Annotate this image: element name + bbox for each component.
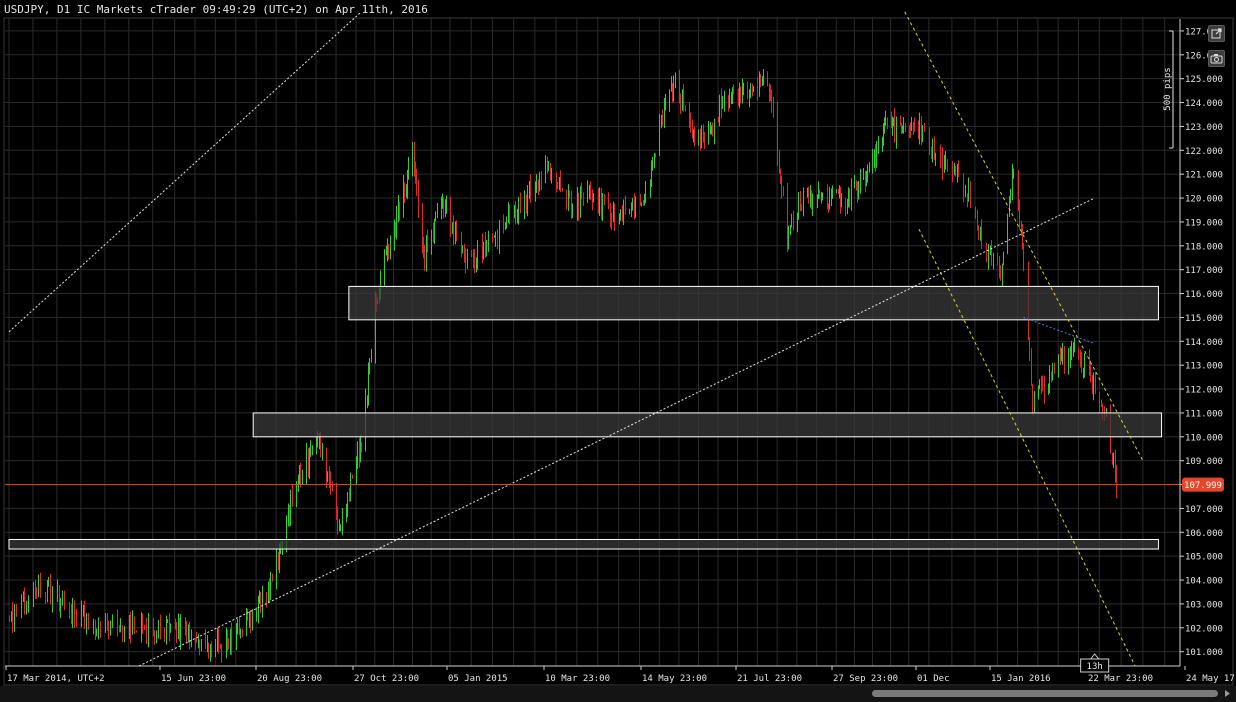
price-tick-label: 103.000	[1185, 600, 1223, 610]
time-tick-label: 10 Mar 23:00	[545, 674, 610, 684]
countdown-label: 13h	[1087, 662, 1103, 672]
current-price-label: 107.999	[1184, 481, 1222, 491]
time-tick-label: 15 Jan 2016	[991, 674, 1051, 684]
price-tick-label: 104.000	[1185, 577, 1223, 587]
time-tick-label: 27 Oct 23:00	[354, 674, 419, 684]
price-tick-label: 111.000	[1185, 409, 1223, 419]
price-tick-label: 113.000	[1185, 362, 1223, 372]
candle-series	[9, 68, 1117, 663]
price-axis[interactable]: 127.000126.000125.000124.000123.000122.0…	[1179, 19, 1224, 666]
zone-rectangle[interactable]	[348, 285, 1159, 321]
price-tick-label: 101.000	[1185, 648, 1223, 658]
zone-rectangle[interactable]	[252, 412, 1163, 438]
price-tick-label: 109.000	[1185, 457, 1223, 467]
zone-rectangle[interactable]	[8, 538, 1159, 550]
price-tick-label: 121.000	[1185, 171, 1223, 181]
price-tick-label: 124.000	[1185, 99, 1223, 109]
price-tick-label: 114.000	[1185, 338, 1223, 348]
expand-icon[interactable]	[1208, 25, 1225, 42]
time-tick-label: 22 Mar 23:00	[1088, 674, 1153, 684]
price-tick-label: 115.000	[1185, 314, 1223, 324]
camera-icon[interactable]	[1208, 50, 1225, 67]
zone-rectangles[interactable]	[8, 285, 1163, 550]
price-tick-label: 116.000	[1185, 290, 1223, 300]
scroll-right-arrow-icon[interactable]	[1222, 689, 1232, 698]
price-tick-label: 118.000	[1185, 242, 1223, 252]
scale-label: 500 pips	[1163, 67, 1173, 110]
price-tick-label: 106.000	[1185, 529, 1223, 539]
trendline[interactable]	[1023, 316, 1095, 345]
grid	[5, 19, 1180, 666]
countdown-pointer	[1089, 653, 1100, 660]
time-tick-label: 05 Jan 2015	[448, 674, 508, 684]
price-tick-label: 119.000	[1185, 218, 1223, 228]
time-tick-label: 24 May 17:00	[1186, 674, 1236, 684]
time-tick-label: 01 Dec	[917, 674, 950, 684]
time-tick-label: 20 Aug 23:00	[257, 674, 322, 684]
price-tick-label: 105.000	[1185, 553, 1223, 563]
scrollbar-thumb[interactable]	[872, 690, 1218, 697]
time-axis[interactable]: 17 Mar 2014, UTC+2 15 Jun 23:00 20 Aug 23:…	[5, 653, 1236, 684]
uptrend-channel-line[interactable]	[8, 11, 362, 333]
price-tick-label: 117.000	[1185, 266, 1223, 276]
time-tick-label: 14 May 23:00	[642, 674, 707, 684]
price-tick-label: 122.000	[1185, 147, 1223, 157]
time-tick-label: 21 Jul 23:00	[737, 674, 802, 684]
chart-title: USDJPY, D1 IC Markets cTrader 09:49:29 (…	[4, 3, 428, 16]
price-chart[interactable]: 127.000126.000125.000124.000123.000122.0…	[0, 0, 1236, 702]
price-tick-label: 112.000	[1185, 386, 1223, 396]
chart-window: 127.000 126.000 125.000 124.000 123.000 122.0…	[0, 0, 1236, 702]
price-tick-label: 110.000	[1185, 433, 1223, 443]
channel-lines[interactable]	[5, 11, 1180, 667]
price-tick-label: 123.000	[1185, 123, 1223, 133]
price-tick-label: 125.000	[1185, 75, 1223, 85]
price-tick-label: 120.000	[1185, 195, 1223, 205]
price-tick-label: 102.000	[1185, 624, 1223, 634]
time-tick-label: 27 Sep 23:00	[833, 674, 898, 684]
time-tick-label: 17 Mar 2014, UTC+2	[7, 674, 105, 684]
price-tick-label: 107.000	[1185, 505, 1223, 515]
time-tick-label: 15 Jun 23:00	[161, 674, 226, 684]
